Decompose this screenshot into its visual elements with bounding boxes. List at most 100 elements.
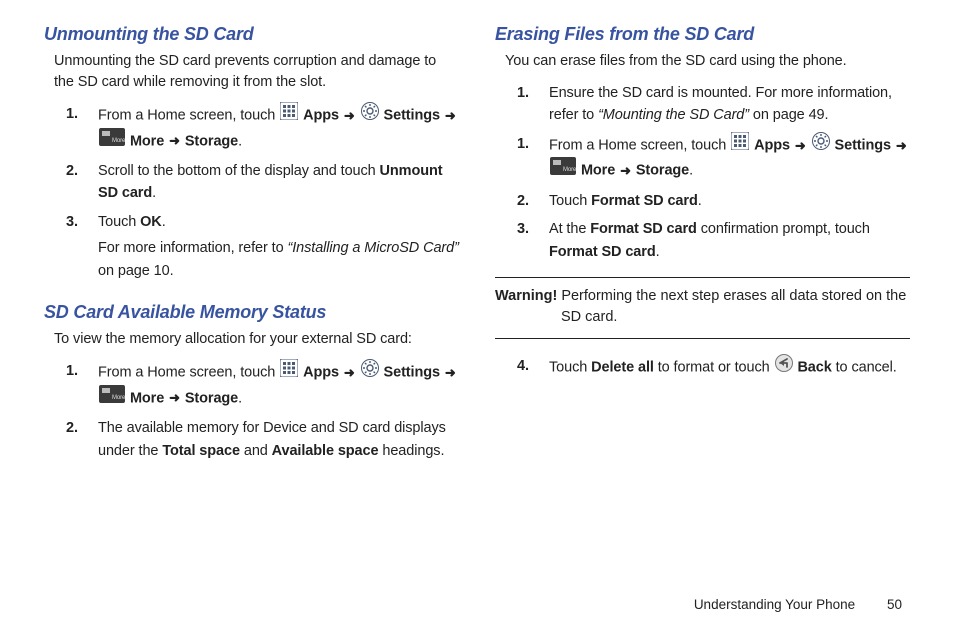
xref: “Installing a MicroSD Card” <box>288 240 459 256</box>
step-number: 1. <box>517 82 529 104</box>
step-text-c: on page 49. <box>749 107 828 123</box>
step-number: 2. <box>517 190 529 212</box>
arrow-icon: ➜ <box>445 108 456 123</box>
steps-erasing-cont: 4. Touch Delete all to format or touch B… <box>517 355 910 380</box>
arrow-icon: ➜ <box>344 365 355 380</box>
period: . <box>152 185 156 201</box>
step-text-a: Touch <box>549 193 591 209</box>
step-text-e: to cancel. <box>832 360 897 376</box>
step-text-e: headings. <box>378 443 444 459</box>
ok-label: OK <box>140 214 162 230</box>
format-label: Format SD card <box>591 193 698 209</box>
step-number: 1. <box>66 360 78 382</box>
intro-erasing: You can erase files from the SD card usi… <box>505 51 910 72</box>
page-columns: Unmounting the SD Card Unmounting the SD… <box>44 24 910 468</box>
step-2: 2. The available memory for Device and S… <box>66 417 459 462</box>
settings-icon <box>361 102 379 127</box>
step-3: 3. At the Format SD card confirmation pr… <box>517 218 910 263</box>
arrow-icon: ➜ <box>169 133 180 148</box>
intro-unmounting: Unmounting the SD card prevents corrupti… <box>54 51 459 93</box>
left-column: Unmounting the SD Card Unmounting the SD… <box>44 24 459 468</box>
arrow-icon: ➜ <box>795 138 806 153</box>
page-footer: Understanding Your Phone 50 <box>694 597 902 612</box>
period: . <box>238 390 242 406</box>
heading-memory-status: SD Card Available Memory Status <box>44 302 459 323</box>
arrow-icon: ➜ <box>896 138 907 153</box>
period: . <box>656 244 660 260</box>
step-number: 3. <box>517 218 529 240</box>
apps-icon <box>731 132 749 157</box>
period: . <box>162 214 166 230</box>
apps-icon <box>280 359 298 384</box>
warning-block: Warning! Performing the next step erases… <box>495 277 910 339</box>
settings-icon <box>812 132 830 157</box>
footer-text: Understanding Your Phone <box>694 597 855 612</box>
arrow-icon: ➜ <box>169 390 180 405</box>
more-label: More <box>130 390 164 406</box>
page-number: 50 <box>887 597 902 612</box>
step-number: 1. <box>66 103 78 125</box>
warning-text: Warning! Performing the next step erases… <box>495 286 910 328</box>
available-space-label: Available space <box>272 443 379 459</box>
more-label: More <box>581 163 615 179</box>
steps-unmounting: 1. From a Home screen, touch Apps ➜ Sett… <box>66 103 459 282</box>
subtext-c: on page 10. <box>98 263 174 279</box>
step-number: 1. <box>517 133 529 155</box>
arrow-icon: ➜ <box>344 108 355 123</box>
step-2: 2. Scroll to the bottom of the display a… <box>66 160 459 205</box>
step-text: From a Home screen, touch <box>98 108 279 124</box>
warning-label: Warning! <box>495 288 557 304</box>
step-number: 4. <box>517 355 529 377</box>
back-label: Back <box>797 360 831 376</box>
apps-label: Apps <box>754 138 790 154</box>
step-1: 1. From a Home screen, touch Apps ➜ Sett… <box>66 360 459 411</box>
right-column: Erasing Files from the SD Card You can e… <box>495 24 910 468</box>
more-icon <box>550 157 576 182</box>
step-text-a: Touch <box>549 360 591 376</box>
intro-memory-status: To view the memory allocation for your e… <box>54 329 459 350</box>
steps-erasing: 1. Ensure the SD card is mounted. For mo… <box>517 82 910 263</box>
more-label: More <box>130 133 164 149</box>
format-label: Format SD card <box>590 221 697 237</box>
delete-all-label: Delete all <box>591 360 654 376</box>
step-text: From a Home screen, touch <box>98 365 279 381</box>
steps-memory-status: 1. From a Home screen, touch Apps ➜ Sett… <box>66 360 459 462</box>
format-label: Format SD card <box>549 244 656 260</box>
more-icon <box>99 385 125 410</box>
apps-label: Apps <box>303 108 339 124</box>
back-icon <box>775 354 793 379</box>
step-1b: 1. From a Home screen, touch Apps ➜ Sett… <box>517 133 910 184</box>
step-2: 2. Touch Format SD card. <box>517 190 910 212</box>
more-icon <box>99 128 125 153</box>
total-space-label: Total space <box>162 443 240 459</box>
xref: “Mounting the SD Card” <box>598 107 749 123</box>
step-1: 1. Ensure the SD card is mounted. For mo… <box>517 82 910 127</box>
step-text: Scroll to the bottom of the display and … <box>98 163 380 179</box>
step-text-c: and <box>240 443 272 459</box>
step-4: 4. Touch Delete all to format or touch B… <box>517 355 910 380</box>
settings-label: Settings <box>835 138 891 154</box>
arrow-icon: ➜ <box>620 163 631 178</box>
period: . <box>238 133 242 149</box>
settings-label: Settings <box>384 108 440 124</box>
step-text: From a Home screen, touch <box>549 138 730 154</box>
step-number: 2. <box>66 417 78 439</box>
step-text: Touch <box>98 214 140 230</box>
heading-erasing: Erasing Files from the SD Card <box>495 24 910 45</box>
subtext-a: For more information, refer to <box>98 240 288 256</box>
settings-label: Settings <box>384 365 440 381</box>
step-text-c: confirmation prompt, touch <box>697 221 870 237</box>
apps-icon <box>280 102 298 127</box>
arrow-icon: ➜ <box>445 365 456 380</box>
apps-label: Apps <box>303 365 339 381</box>
step-number: 3. <box>66 211 78 233</box>
storage-label: Storage <box>636 163 689 179</box>
storage-label: Storage <box>185 133 238 149</box>
storage-label: Storage <box>185 390 238 406</box>
step-subtext: For more information, refer to “Installi… <box>98 237 459 282</box>
step-1: 1. From a Home screen, touch Apps ➜ Sett… <box>66 103 459 154</box>
step-text-a: At the <box>549 221 590 237</box>
period: . <box>698 193 702 209</box>
warning-body: Performing the next step erases all data… <box>557 288 906 325</box>
settings-icon <box>361 359 379 384</box>
